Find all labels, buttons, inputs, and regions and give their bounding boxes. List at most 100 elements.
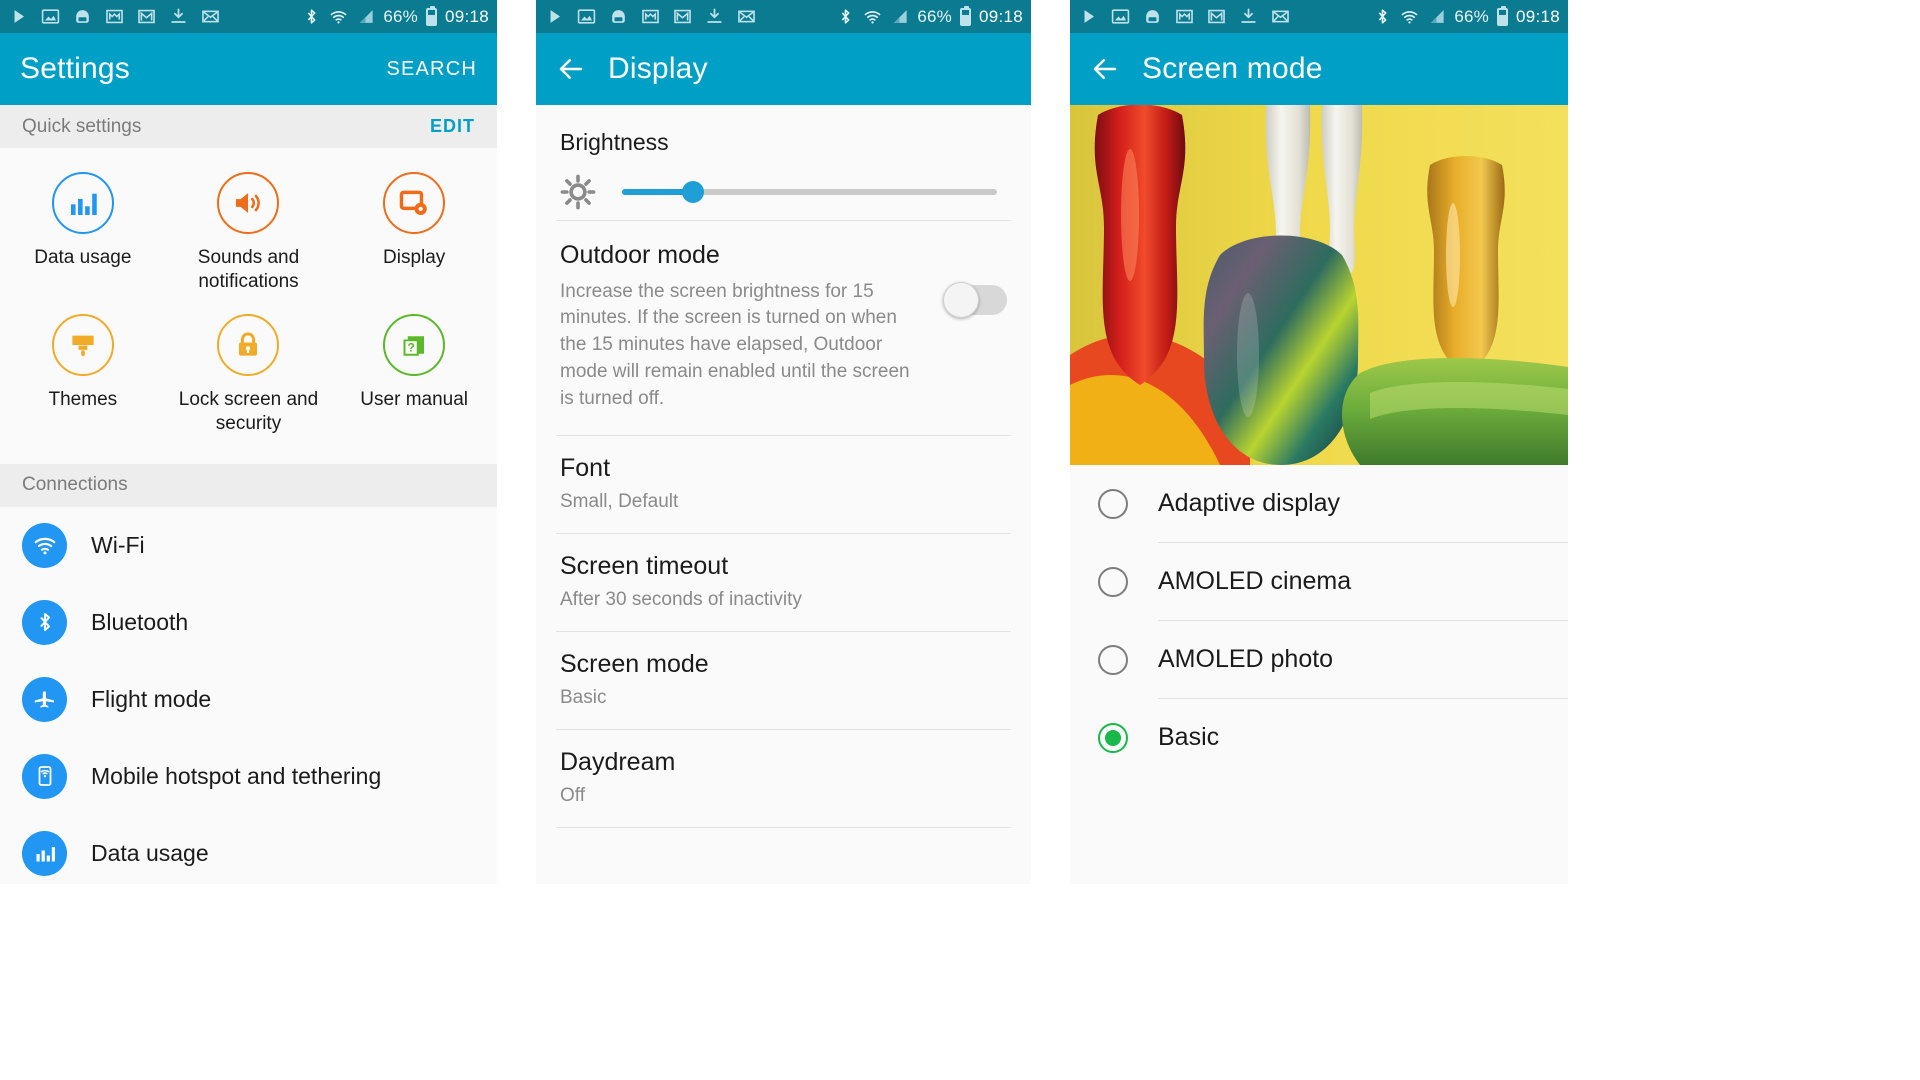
- list-item-wifi[interactable]: Wi-Fi: [0, 507, 497, 584]
- outdoor-mode-title: Outdoor mode: [560, 241, 720, 269]
- status-bar: 66% 09:18: [1070, 0, 1568, 33]
- slider-knob[interactable]: [682, 181, 705, 203]
- gmail-icon-2: [138, 9, 155, 24]
- radio-option-amoled-photo[interactable]: AMOLED photo: [1070, 621, 1568, 698]
- outdoor-mode-row[interactable]: Outdoor mode Increase the screen brightn…: [536, 221, 1031, 435]
- list-item-mobile-hotspot-and-tethering[interactable]: Mobile hotspot and tethering: [0, 738, 497, 815]
- outdoor-mode-text: Outdoor mode Increase the screen brightn…: [560, 241, 927, 413]
- radio-option-label: AMOLED cinema: [1158, 567, 1352, 595]
- image-icon: [1111, 9, 1130, 24]
- quick-settings-grid: Data usage Sounds and notifications Disp…: [0, 148, 497, 464]
- radio-option-label: Basic: [1158, 723, 1220, 751]
- display-settings-panel: 66% 09:18 Display Brightness Outdoor mod…: [536, 0, 1031, 884]
- screen-mode-options-list: Adaptive display AMOLED cinema AMOLED ph…: [1070, 465, 1568, 776]
- row-font[interactable]: Font Small, Default: [536, 436, 1031, 533]
- bluetooth-icon: [308, 9, 316, 24]
- quick-setting-label: Display: [383, 247, 446, 268]
- download-icon: [171, 8, 186, 23]
- cell-signal-icon: [894, 10, 907, 23]
- play-icon: [1084, 10, 1095, 23]
- hotspot-icon: [22, 753, 67, 799]
- edit-quick-settings-button[interactable]: EDIT: [430, 116, 475, 137]
- row-daydream[interactable]: Daydream Off: [536, 730, 1031, 827]
- back-arrow-icon[interactable]: [1090, 54, 1120, 84]
- list-item-bluetooth[interactable]: Bluetooth: [0, 584, 497, 661]
- page-title: Settings: [20, 52, 130, 85]
- email-icon: [738, 10, 755, 23]
- battery-percent: 66%: [1454, 6, 1489, 26]
- display-icon: [383, 172, 446, 234]
- email-icon: [202, 10, 219, 23]
- radio-button-icon[interactable]: [1098, 488, 1128, 519]
- status-bar-notification-icons: [1079, 7, 1290, 26]
- data-usage-icon: [51, 172, 114, 234]
- row-screen-timeout[interactable]: Screen timeout After 30 seconds of inact…: [536, 534, 1031, 631]
- radio-button-icon[interactable]: [1098, 644, 1128, 675]
- gmail-icon: [642, 9, 659, 24]
- wifi-icon: [864, 11, 881, 24]
- quick-setting-label: User manual: [360, 388, 469, 410]
- status-bar-system-icons: 66% 09:18: [836, 0, 1023, 33]
- list-item-label: Bluetooth: [91, 608, 189, 635]
- search-button[interactable]: SEARCH: [386, 58, 477, 81]
- quick-setting-label: Data usage: [34, 247, 132, 268]
- quick-setting-display[interactable]: Display: [331, 166, 497, 308]
- quick-setting-data-usage[interactable]: Data usage: [0, 166, 166, 308]
- settings-action-bar: Settings SEARCH: [0, 33, 497, 105]
- radio-option-label: AMOLED photo: [1158, 645, 1334, 673]
- quick-settings-label: Quick settings: [22, 115, 142, 137]
- galaxy-apps-icon: [612, 10, 625, 23]
- display-settings-body: Brightness Outdoor mode Increase the scr…: [536, 105, 1031, 884]
- list-item-label: Flight mode: [91, 685, 212, 712]
- status-bar-system-icons: 66% 09:18: [302, 0, 489, 33]
- row-title: Screen timeout: [560, 552, 729, 581]
- list-item-data-usage[interactable]: Data usage: [0, 815, 497, 884]
- wifi-icon: [1401, 11, 1418, 24]
- gmail-icon-2: [674, 9, 691, 24]
- email-icon: [1272, 10, 1289, 23]
- quick-setting-sounds-and-notifications[interactable]: Sounds and notifications: [166, 166, 332, 308]
- list-item-label: Wi-Fi: [91, 531, 145, 558]
- galaxy-apps-icon: [1146, 10, 1159, 23]
- connections-section-header: Connections: [0, 463, 497, 507]
- quick-setting-user-manual[interactable]: ? User manual: [331, 308, 497, 450]
- brightness-slider[interactable]: [622, 181, 997, 203]
- play-icon: [550, 10, 561, 23]
- connections-list: Wi-Fi Bluetooth Flight mode Mobile hotsp…: [0, 506, 497, 884]
- gmail-icon: [1176, 9, 1193, 24]
- image-icon: [577, 9, 596, 24]
- radio-option-adaptive-display[interactable]: Adaptive display: [1070, 465, 1568, 542]
- lock-icon: [217, 313, 280, 376]
- row-title: Screen mode: [560, 650, 709, 679]
- screen-mode-action-bar: Screen mode: [1070, 33, 1568, 105]
- row-screen-mode[interactable]: Screen mode Basic: [536, 632, 1031, 729]
- back-arrow-icon[interactable]: [556, 54, 586, 84]
- list-item-flight-mode[interactable]: Flight mode: [0, 661, 497, 738]
- quick-setting-label: Lock screen and security: [178, 388, 319, 434]
- brightness-label: Brightness: [560, 129, 669, 155]
- radio-option-amoled-cinema[interactable]: AMOLED cinema: [1070, 543, 1568, 620]
- screenshot-stage: 66% 09:18 Settings SEARCH Quick settings…: [0, 0, 1920, 1080]
- status-bar: 66% 09:18: [0, 0, 497, 33]
- battery-percent: 66%: [383, 6, 418, 26]
- download-icon: [1241, 8, 1256, 23]
- wifi-icon: [330, 11, 347, 24]
- quick-settings-section-header: Quick settings EDIT: [0, 105, 497, 148]
- quick-setting-themes[interactable]: Themes: [0, 308, 166, 450]
- cell-signal-icon: [360, 10, 373, 23]
- bluetooth-icon: [1379, 9, 1387, 24]
- display-action-bar: Display: [536, 33, 1031, 105]
- battery-percent: 66%: [917, 6, 952, 26]
- bluetooth-icon: [842, 9, 850, 24]
- cell-signal-icon: [1431, 10, 1444, 23]
- status-bar-clock: 09:18: [1515, 6, 1560, 26]
- outdoor-mode-toggle[interactable]: [943, 282, 1007, 318]
- radio-button-icon-selected[interactable]: [1098, 722, 1128, 753]
- radio-option-basic[interactable]: Basic: [1070, 699, 1568, 776]
- outdoor-mode-description: Increase the screen brightness for 15 mi…: [560, 280, 910, 410]
- row-title: Daydream: [560, 748, 676, 777]
- radio-button-icon[interactable]: [1098, 566, 1128, 597]
- divider: [556, 827, 1011, 829]
- quick-setting-lock-screen-and-security[interactable]: Lock screen and security: [166, 308, 332, 450]
- gmail-icon: [106, 9, 123, 24]
